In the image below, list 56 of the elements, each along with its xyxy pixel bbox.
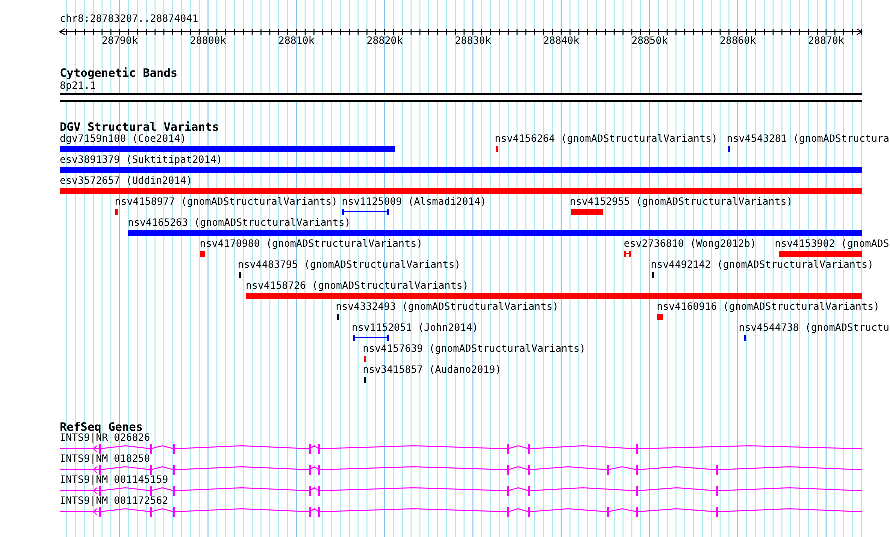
track-title: RefSeq Genes <box>60 421 144 434</box>
track-title: Cytogenetic Bands <box>60 67 178 80</box>
variant-label[interactable]: nsv3415857 (Audano2019) <box>363 365 502 377</box>
gene-label[interactable]: INTS9|NM_001145159 <box>60 475 168 487</box>
track-title: DGV Structural Variants <box>60 121 220 134</box>
tick-label: 28810k <box>278 36 315 48</box>
variant-label[interactable]: nsv4483795 (gnomADStructuralVariants) <box>238 260 461 272</box>
variant-label[interactable]: nsv4160916 (gnomADStructuralVariants) <box>657 302 880 314</box>
variant-bar[interactable] <box>200 251 205 257</box>
variant-bar[interactable] <box>60 188 862 194</box>
variant-label[interactable]: nsv4492142 (gnomADStructuralVariants) <box>651 260 874 272</box>
variant-bar[interactable] <box>128 230 862 236</box>
variant-label[interactable]: nsv4157639 (gnomADStructuralVariants) <box>363 344 586 356</box>
variant-label[interactable]: nsv4170980 (gnomADStructuralVariants) <box>200 239 423 251</box>
gene-model-drawing[interactable] <box>60 444 862 454</box>
variant-label[interactable]: nsv1152051 (John2014) <box>352 323 478 335</box>
gene-model-drawing[interactable] <box>60 465 862 475</box>
variant-label[interactable]: nsv4543281 (gnomADStructura <box>727 134 890 146</box>
gene-label[interactable]: INTS9|NM_001172562 <box>60 496 168 508</box>
gene-model-drawing[interactable] <box>60 486 862 496</box>
gene-model-drawing[interactable] <box>60 507 862 517</box>
tick-label: 28830k <box>455 36 492 48</box>
variant-label[interactable]: nsv4165263 (gnomADStructuralVariants) <box>128 218 351 230</box>
variant-bar[interactable] <box>60 146 395 152</box>
tick-label: 28870k <box>808 36 844 48</box>
variant-bar[interactable] <box>657 314 663 320</box>
tick-label: 28820k <box>366 36 403 48</box>
gene-label[interactable]: INTS9|NR_026826 <box>60 433 150 445</box>
variant-label[interactable]: esv3891379 (Suktitipat2014) <box>60 155 223 167</box>
variant-label[interactable]: nsv4332493 (gnomADStructuralVariants) <box>336 302 559 314</box>
variant-label[interactable]: nsv4544738 (gnomADStructu <box>739 323 890 335</box>
variant-interval[interactable] <box>342 209 389 215</box>
variant-bar[interactable] <box>246 293 862 299</box>
variant-bar[interactable] <box>571 209 603 215</box>
gene-label[interactable]: INTS9|NM_018250 <box>60 454 150 466</box>
variant-label[interactable]: esv2736810 (Wong2012b) <box>624 239 756 251</box>
variant-label[interactable]: esv3572657 (Uddin2014) <box>60 176 192 188</box>
variant-label[interactable]: nsv4158977 (gnomADStructuralVariants) <box>115 197 338 209</box>
variant-interval[interactable] <box>353 335 389 341</box>
tick-label: 28800k <box>190 36 226 48</box>
band-label: 8p21.1 <box>60 81 96 93</box>
variant-label[interactable]: dgv7159n100 (Coe2014) <box>60 134 186 146</box>
variant-bar[interactable] <box>115 209 118 215</box>
variant-label[interactable]: nsv4156264 (gnomADStructuralVariants) <box>495 134 718 146</box>
variant-label[interactable]: nsv4152955 (gnomADStructuralVariants) <box>570 197 793 209</box>
tick-label: 28860k <box>720 36 756 48</box>
variant-interval[interactable] <box>624 251 631 257</box>
variant-bar[interactable] <box>779 251 862 257</box>
variant-label[interactable]: nsv4153902 (gnomADS <box>775 239 890 251</box>
tick-label: 28840k <box>543 36 580 48</box>
variant-label[interactable]: nsv1125009 (Alsmadi2014) <box>342 197 486 209</box>
tick-label: 28790k <box>102 36 138 48</box>
location-label: chr8:28783207..28874041 <box>60 14 198 26</box>
variant-label[interactable]: nsv4158726 (gnomADStructuralVariants) <box>246 281 469 293</box>
tick-label: 28850k <box>632 36 668 48</box>
variant-bar[interactable] <box>60 167 862 173</box>
